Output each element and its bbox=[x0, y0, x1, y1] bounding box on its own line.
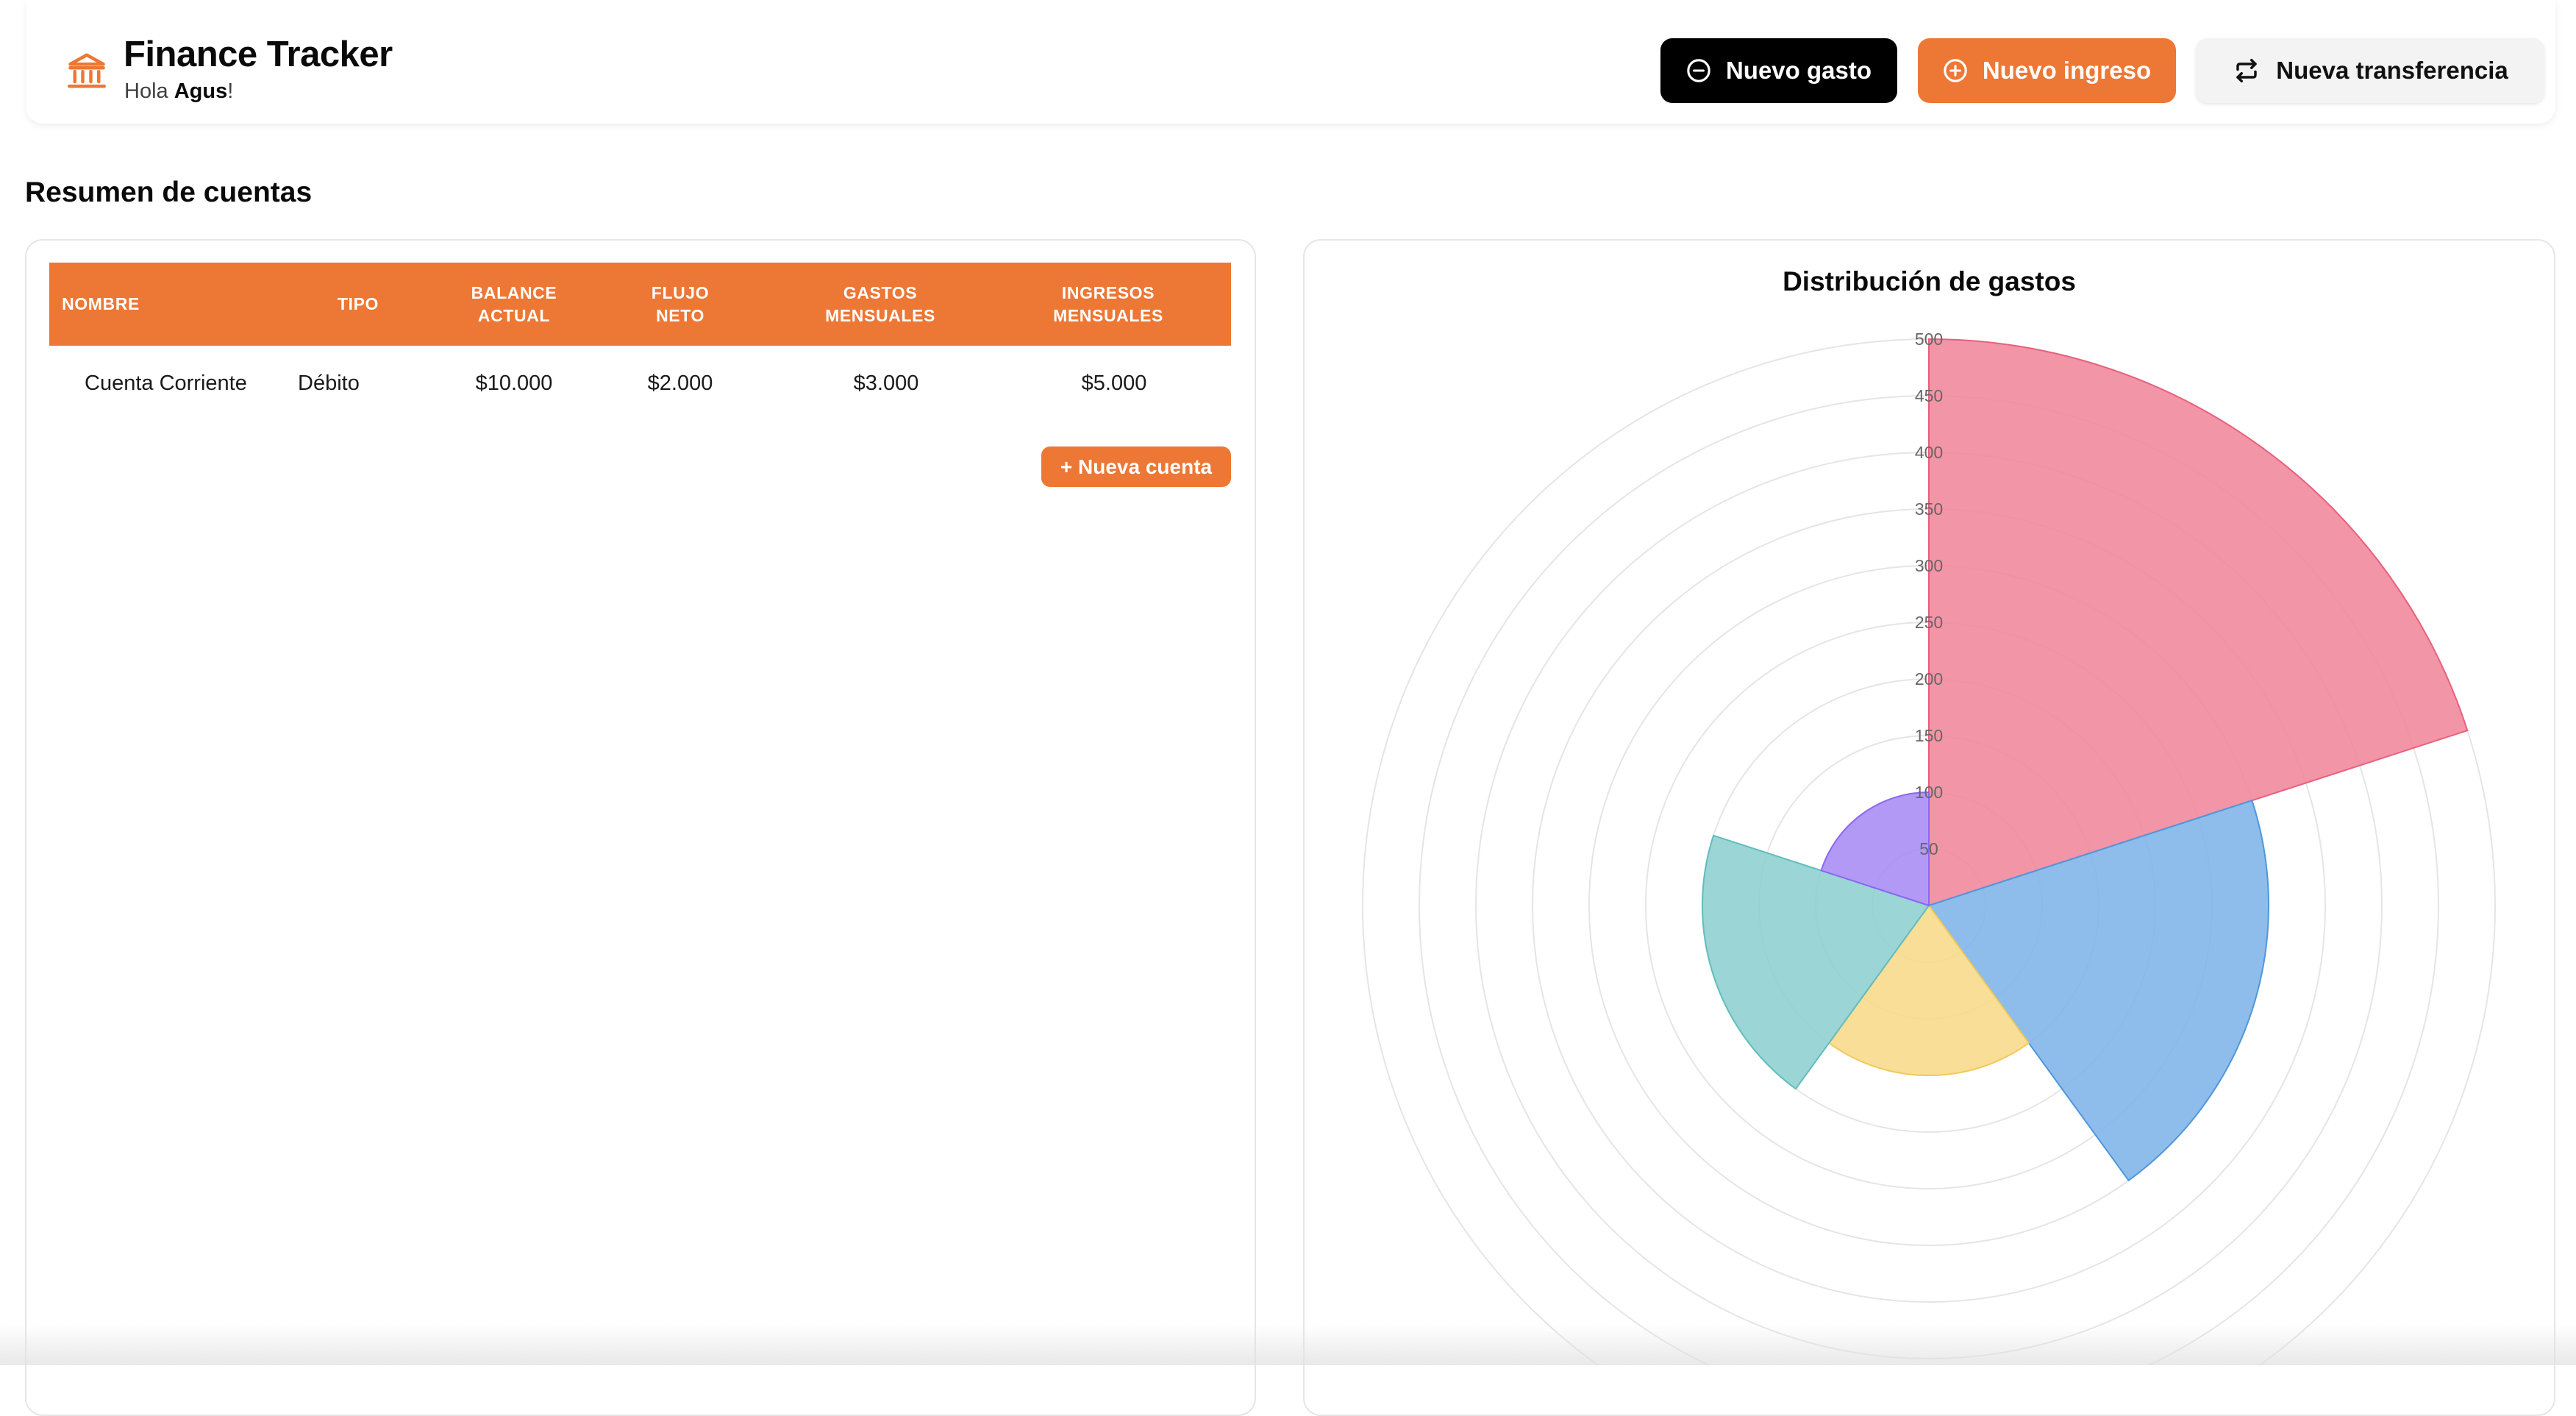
new-income-label: Nuevo ingreso bbox=[1982, 57, 2152, 84]
r-tick-label: 250 bbox=[1915, 613, 1943, 632]
cell-flujo: $2.000 bbox=[647, 371, 713, 395]
user-name: Agus bbox=[174, 79, 228, 103]
r-tick-label: 350 bbox=[1915, 499, 1943, 519]
column-header-tipo: Tipo bbox=[337, 294, 379, 313]
app-title: Finance Tracker bbox=[124, 35, 393, 74]
section-title: Resumen de cuentas bbox=[25, 177, 313, 208]
table-header: Nombre Tipo Balance actual Flujo neto Ga… bbox=[49, 263, 1231, 346]
expense-polar-chart: 50 100 150 200 250 300 350 400 450 500 bbox=[1362, 330, 2496, 1365]
greeting-suffix: ! bbox=[227, 79, 234, 103]
column-header-nombre: Nombre bbox=[62, 294, 140, 313]
plus-circle-icon bbox=[1944, 59, 1967, 82]
accounts-card bbox=[25, 239, 1256, 1416]
r-tick-label: 100 bbox=[1915, 783, 1943, 802]
column-header-flujo: Flujo neto bbox=[651, 282, 710, 325]
cell-tipo: Débito bbox=[298, 371, 360, 395]
new-transfer-label: Nueva transferencia bbox=[2276, 57, 2508, 84]
new-expense-button[interactable]: Nuevo gasto bbox=[1660, 38, 1897, 103]
repeat-arrows-icon bbox=[2236, 59, 2257, 82]
column-header-ingresos: Ingresos mensuales bbox=[1053, 282, 1163, 325]
r-tick-label: 500 bbox=[1915, 330, 1943, 349]
column-header-balance: Balance actual bbox=[471, 282, 557, 325]
minus-circle-icon bbox=[1687, 59, 1710, 82]
r-tick-label: 300 bbox=[1915, 556, 1943, 575]
cell-gastos: $3.000 bbox=[853, 371, 919, 395]
cell-ingresos: $5.000 bbox=[1081, 371, 1147, 395]
column-header-gastos: Gastos mensuales bbox=[825, 282, 935, 325]
app-header: Finance Tracker Hola Agus! Nuevo gasto N… bbox=[26, 0, 2555, 124]
greeting: Hola Agus! bbox=[124, 79, 233, 104]
r-tick-label: 400 bbox=[1915, 443, 1943, 462]
new-income-button[interactable]: Nuevo ingreso bbox=[1918, 38, 2176, 103]
bank-icon bbox=[68, 53, 106, 88]
cell-nombre: Cuenta Corriente bbox=[85, 371, 247, 395]
new-account-button[interactable]: + Nueva cuenta bbox=[1041, 446, 1231, 487]
r-tick-label: 150 bbox=[1915, 726, 1943, 745]
cell-balance: $10.000 bbox=[475, 371, 553, 395]
greeting-prefix: Hola bbox=[124, 79, 174, 103]
chart-title: Distribución de gastos bbox=[1783, 266, 2076, 296]
new-transfer-button[interactable]: Nueva transferencia bbox=[2196, 38, 2544, 103]
new-expense-label: Nuevo gasto bbox=[1725, 57, 1872, 84]
r-tick-label: 450 bbox=[1915, 386, 1943, 405]
r-tick-label: 200 bbox=[1915, 669, 1943, 689]
r-tick-label: 50 bbox=[1919, 839, 1938, 858]
